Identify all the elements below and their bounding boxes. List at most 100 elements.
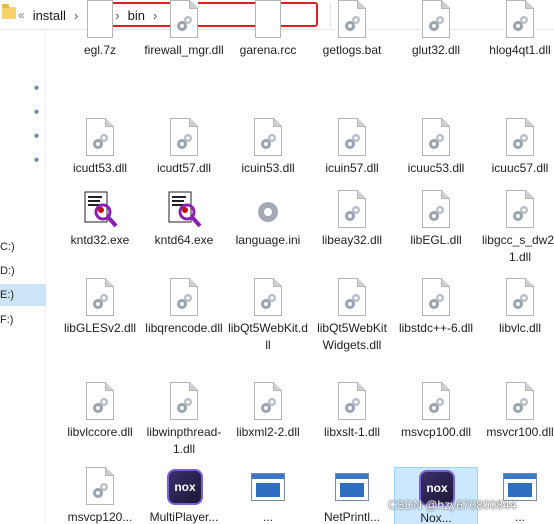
file-item[interactable]: libxslt-1.dll — [310, 382, 394, 441]
file-name: libvlccore.dll — [67, 425, 133, 439]
file-name: libvlc.dll — [498, 321, 541, 335]
file-name: libxml2-2.dll — [236, 425, 300, 439]
file-item[interactable]: msvcp120... — [58, 467, 142, 524]
file-name: libgcc_s_dw2-1.dll — [481, 233, 554, 264]
file-item[interactable]: libEGL.dll — [394, 190, 478, 249]
pin-icon[interactable]: ● — [30, 154, 45, 168]
file-item[interactable]: msvcp100.dll — [394, 382, 478, 441]
file-item[interactable]: libvlc.dll — [478, 278, 554, 337]
ini-gear-icon — [251, 190, 285, 232]
file-item[interactable]: glut32.dll — [394, 0, 478, 59]
file-item[interactable]: nox Nox... — [394, 467, 478, 524]
file-item[interactable]: kntd64.exe — [142, 190, 226, 249]
nav-drive-f[interactable]: F:) — [0, 309, 46, 331]
exe-window-icon — [251, 467, 285, 509]
file-item[interactable]: icuuc53.dll — [394, 118, 478, 177]
pin-icon[interactable]: ● — [30, 82, 45, 96]
watermark: CSDN @hzy670800844 — [388, 498, 517, 512]
file-name: libQt5WebKitWidgets.dll — [317, 321, 387, 352]
dll-file-icon — [251, 278, 285, 320]
dll-file-icon — [335, 278, 369, 320]
file-item[interactable]: libqrencode.dll — [142, 278, 226, 337]
file-name: msvcp120... — [67, 510, 133, 524]
file-item[interactable]: libvlccore.dll — [58, 382, 142, 441]
file-name: NetPrintl... — [323, 510, 380, 524]
bat-file-icon — [335, 0, 369, 42]
blank-file-icon — [83, 0, 117, 42]
file-item[interactable]: msvcr100.dll — [478, 382, 554, 441]
dll-file-icon — [83, 278, 117, 320]
file-item[interactable]: nox MultiPlayer... — [142, 467, 226, 524]
file-item[interactable]: libQt5WebKitWidgets.dll — [310, 278, 394, 354]
file-item[interactable]: garena.rcc — [226, 0, 310, 59]
dll-file-icon — [503, 278, 537, 320]
dll-file-icon — [419, 190, 453, 232]
file-item[interactable]: firewall_mgr.dll — [142, 0, 226, 59]
folder-icon — [2, 4, 16, 19]
dll-file-icon — [419, 118, 453, 160]
file-name: kntd64.exe — [154, 233, 214, 247]
file-item[interactable]: libstdc++-6.dll — [394, 278, 478, 337]
file-item[interactable]: libxml2-2.dll — [226, 382, 310, 441]
file-item[interactable]: libwinpthread-1.dll — [142, 382, 226, 458]
dll-file-icon — [167, 118, 201, 160]
nav-drive-d[interactable]: D:) — [0, 260, 46, 282]
file-item[interactable]: NetPrintl... — [310, 467, 394, 524]
file-name: libwinpthread-1.dll — [146, 425, 222, 456]
nav-drive-c[interactable]: C:) — [0, 236, 46, 258]
file-item[interactable]: getlogs.bat — [310, 0, 394, 59]
exe-window-icon — [335, 467, 369, 509]
file-name: kntd32.exe — [70, 233, 130, 247]
file-item[interactable]: ... — [226, 467, 310, 524]
dll-file-icon — [251, 118, 285, 160]
dll-file-icon — [503, 190, 537, 232]
dll-file-icon — [83, 467, 117, 509]
file-item[interactable]: ... — [478, 467, 554, 524]
pin-icon[interactable]: ● — [30, 106, 45, 120]
file-item[interactable]: hlog4qt1.dll — [478, 0, 554, 59]
file-name: MultiPlayer... — [149, 510, 219, 524]
file-name: ... — [262, 510, 273, 524]
dll-file-icon — [335, 190, 369, 232]
dll-file-icon — [503, 0, 537, 42]
dll-file-icon — [167, 278, 201, 320]
breadcrumb-overflow-icon[interactable]: « — [18, 8, 25, 22]
file-item[interactable]: icuuc57.dll — [478, 118, 554, 177]
file-name: libstdc++-6.dll — [398, 321, 474, 335]
pin-icon[interactable]: ● — [30, 130, 45, 144]
file-item[interactable]: libQt5WebKit.dll — [226, 278, 310, 354]
dll-file-icon — [83, 382, 117, 424]
file-item[interactable]: icuin53.dll — [226, 118, 310, 177]
file-name: libEGL.dll — [410, 233, 462, 247]
dll-file-icon — [335, 118, 369, 160]
dll-file-icon — [419, 382, 453, 424]
dll-file-icon — [419, 278, 453, 320]
dll-file-icon — [503, 118, 537, 160]
dll-file-icon — [503, 382, 537, 424]
file-name: libGLESv2.dll — [63, 321, 137, 335]
kntd-app-icon — [83, 190, 118, 232]
nav-drive-e[interactable]: E:) — [0, 284, 46, 306]
file-name: libxslt-1.dll — [323, 425, 380, 439]
file-item[interactable]: icuin57.dll — [310, 118, 394, 177]
file-item[interactable]: egl.7z — [58, 0, 142, 59]
file-item[interactable]: icudt53.dll — [58, 118, 142, 177]
file-item[interactable]: libgcc_s_dw2-1.dll — [478, 190, 554, 266]
file-item[interactable]: kntd32.exe — [58, 190, 142, 249]
file-item[interactable]: libGLESv2.dll — [58, 278, 142, 337]
file-item[interactable]: libeay32.dll — [310, 190, 394, 249]
blank-file-icon — [251, 0, 285, 42]
file-name: msvcr100.dll — [486, 425, 554, 439]
file-name: libQt5WebKit.dll — [228, 321, 308, 352]
dll-file-icon — [167, 0, 201, 42]
kntd-app-icon — [167, 190, 202, 232]
file-item[interactable]: language.ini — [226, 190, 310, 249]
file-name: egl.7z — [83, 43, 117, 57]
file-name: icuin53.dll — [241, 161, 295, 175]
dll-file-icon — [335, 382, 369, 424]
file-name: icudt57.dll — [156, 161, 212, 175]
dll-file-icon — [83, 118, 117, 160]
file-item[interactable]: icudt57.dll — [142, 118, 226, 177]
file-name: garena.rcc — [239, 43, 297, 57]
file-name: icuuc57.dll — [491, 161, 549, 175]
